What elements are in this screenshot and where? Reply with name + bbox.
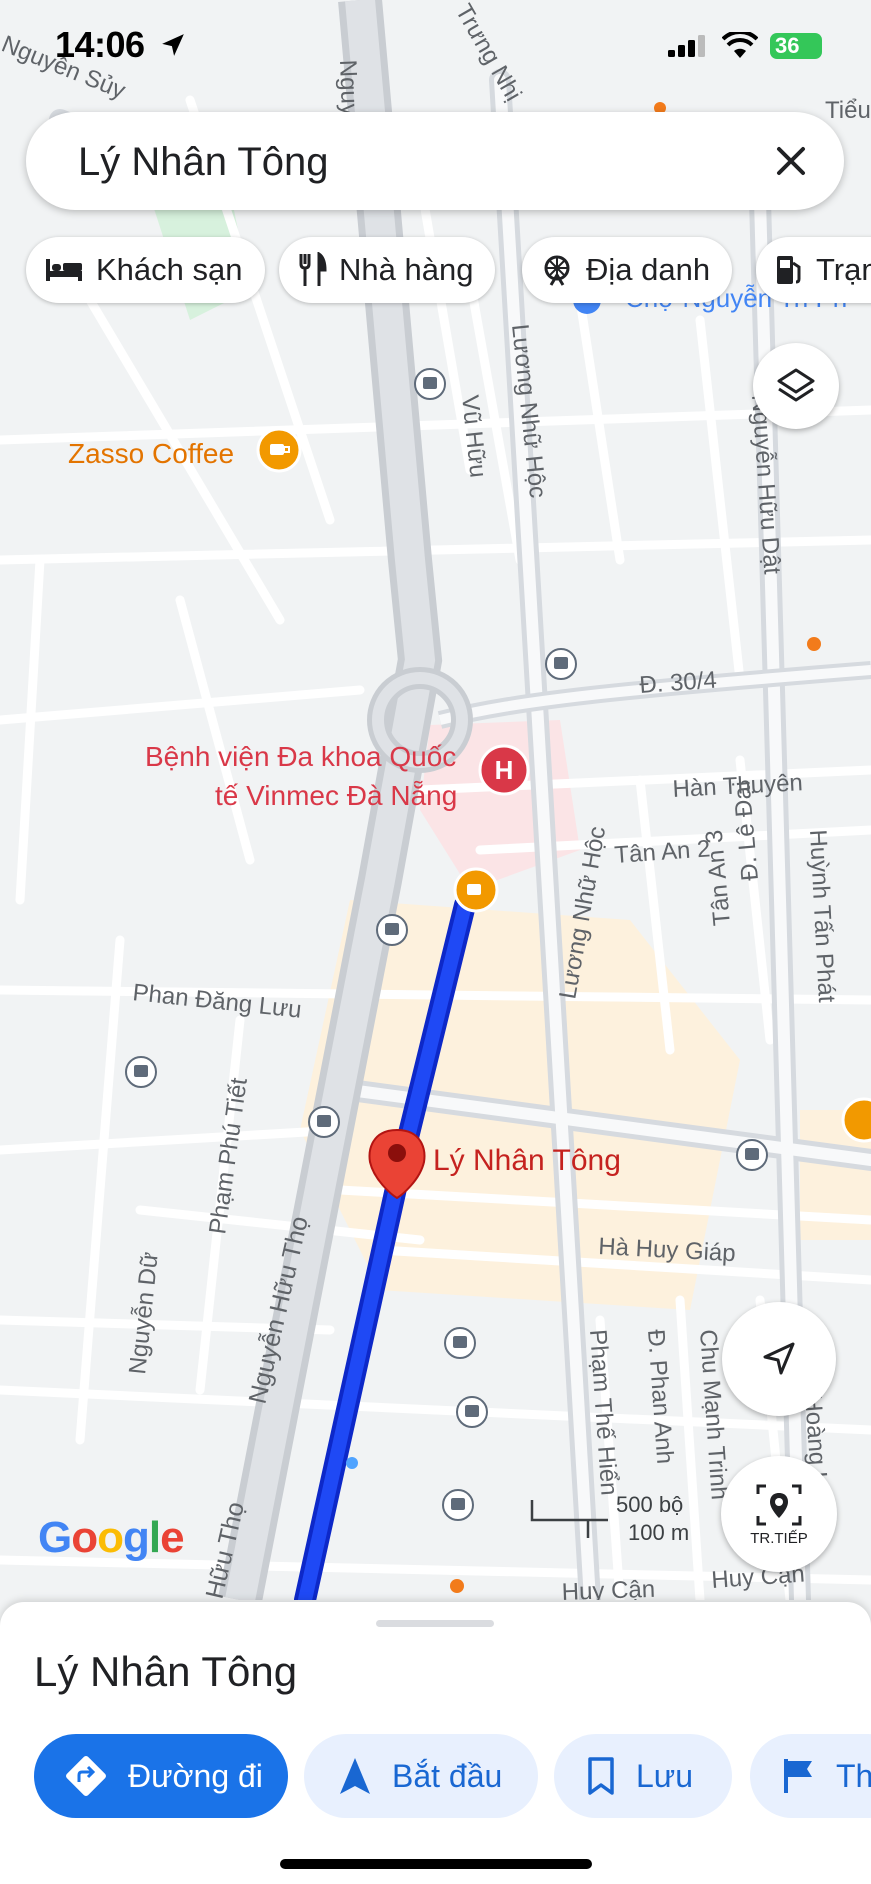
scale-meters: 100 m [628,1520,690,1545]
chip-restaurants[interactable]: Nhà hàng [279,237,496,303]
gas-station-icon [777,256,801,284]
street-label: Đ. 30/4 [639,667,718,699]
flag-icon [784,1759,812,1793]
chip-label: Khách sạn [96,252,243,287]
location-arrow-icon [162,34,184,56]
bookmark-icon [588,1757,614,1795]
place-title: Lý Nhân Tông [34,1648,298,1695]
button-label: Lưu [636,1757,694,1794]
poi-label: Bệnh viện Đa khoa Quốc [145,741,456,772]
status-bar: 14:06 36 [0,0,871,100]
scan-location-icon [756,1484,802,1525]
search-query[interactable]: Lý Nhân Tông [78,140,329,185]
navigation-arrow-icon [763,1342,795,1375]
drag-handle[interactable] [376,1620,494,1627]
poi-label: tế Vinmec Đà Nẵng [215,780,457,811]
wifi-icon [722,32,758,58]
street-label: Huy Cận [561,1576,655,1600]
layers-icon [777,368,815,402]
next-label: TR.TIẾP [750,1529,808,1547]
search-bar[interactable]: Lý Nhân Tông [26,112,844,210]
directions-icon [66,1756,106,1796]
chip-landmarks[interactable]: Địa danh [522,237,733,303]
coffee-icon[interactable] [841,1097,871,1143]
place-bottom-sheet[interactable]: Lý Nhân Tông Đường đi Bắt đầu Lưu Th [0,1602,871,1884]
directions-button[interactable]: Đường đi [34,1734,288,1818]
battery-icon: 36 [770,33,822,59]
button-label: Đường đi [128,1757,263,1794]
chip-label: Nhà hàng [339,252,474,287]
my-location-button[interactable] [722,1302,836,1416]
pin-label: Lý Nhân Tông [433,1144,621,1177]
map-scale: 500 bộ 100 m [530,1492,710,1545]
landmark-icon [544,255,570,286]
scale-feet: 500 bộ [616,1492,684,1517]
navigation-arrow-icon [340,1758,370,1794]
layers-button[interactable] [753,343,839,429]
button-label: Th [836,1757,871,1794]
svg-text:H: H [495,755,514,785]
google-logo: Google [38,1513,185,1562]
save-button[interactable]: Lưu [554,1734,732,1818]
restaurant-icon [299,252,327,286]
hospital-icon: H [478,744,530,796]
home-indicator [280,1859,592,1869]
poi-dot [807,637,821,651]
start-button[interactable]: Bắt đầu [304,1734,538,1818]
coffee-icon[interactable] [453,867,499,913]
poi-label: Zasso Coffee [68,438,234,469]
chip-label: Trạm [816,252,871,287]
more-button[interactable]: Th [750,1734,871,1818]
poi-dot [450,1579,464,1593]
chip-gas-stations[interactable]: Trạm [756,237,871,303]
battery-level: 36 [775,33,800,58]
street-label: Tiểu [825,97,871,124]
bed-icon [46,259,82,281]
close-icon[interactable] [764,134,818,188]
button-label: Bắt đầu [392,1757,503,1794]
chip-label: Địa danh [586,252,711,287]
coffee-icon [256,427,302,473]
next-button[interactable]: TR.TIẾP [721,1456,837,1572]
status-time: 14:06 [55,24,145,65]
scale-bar [530,1500,608,1538]
cellular-signal-icon [668,35,705,57]
category-chips: Khách sạn Nhà hàng Địa danh Trạm [26,237,871,303]
chip-hotels[interactable]: Khách sạn [26,237,265,303]
